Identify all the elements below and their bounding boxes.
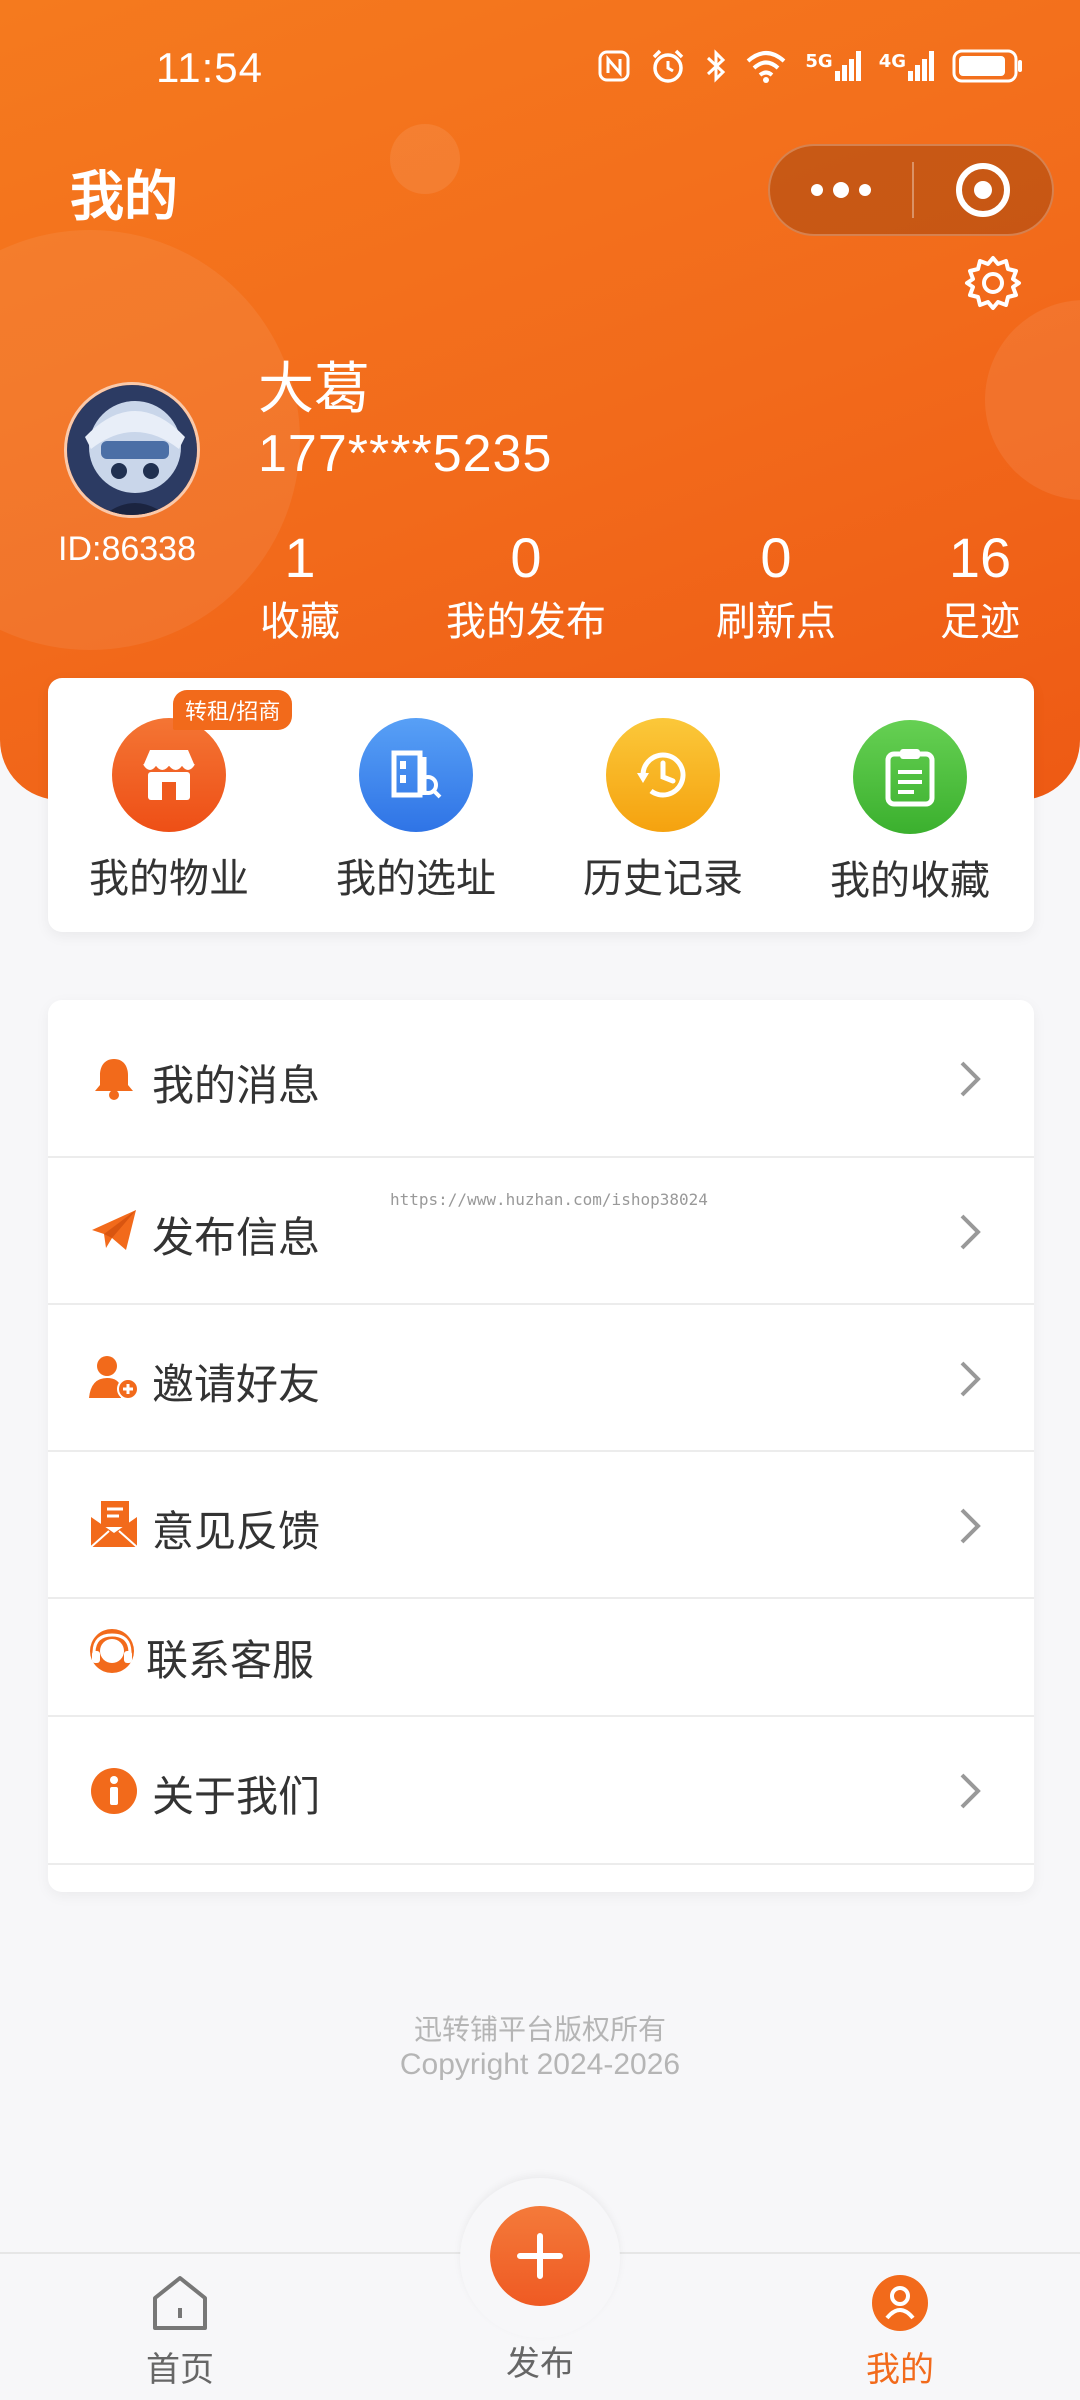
stat-favorites[interactable]: 1 收藏 xyxy=(250,526,350,650)
copyright-years: Copyright 2024-2026 xyxy=(399,2048,681,2081)
user-name: 大葛 xyxy=(258,357,370,422)
settings-button[interactable] xyxy=(962,252,1024,314)
chevron-right-icon xyxy=(960,1214,981,1250)
feedback-envelope-icon xyxy=(88,1498,140,1550)
info-icon xyxy=(88,1765,140,1817)
user-id: ID:86338 xyxy=(58,530,196,568)
close-miniprogram-button[interactable] xyxy=(914,146,1052,234)
copyright-owner: 迅转铺平台版权所有 xyxy=(413,2013,666,2046)
clipboard-icon xyxy=(853,720,967,834)
miniprogram-capsule xyxy=(768,144,1054,236)
headset-icon xyxy=(86,1625,138,1677)
menu-row-customer-service[interactable]: 联系客服 xyxy=(48,1599,1034,1717)
quick-label: 我的收藏 xyxy=(830,858,990,904)
status-bar: 11:54 5G 4G xyxy=(0,0,1080,140)
publish-label: 发布 xyxy=(506,2344,574,2384)
signal-5g-label: 5G xyxy=(805,51,833,72)
address-search-icon xyxy=(359,718,473,832)
add-user-icon xyxy=(88,1351,140,1403)
nfc-icon xyxy=(598,50,630,82)
bluetooth-icon xyxy=(707,49,726,83)
quick-my-property[interactable]: 我的物业 xyxy=(69,718,269,904)
menu-row-feedback[interactable]: 意见反馈 xyxy=(48,1452,1034,1599)
menu-row-publish[interactable]: 发布信息 xyxy=(48,1158,1034,1305)
stat-footprints[interactable]: 16 足迹 xyxy=(930,526,1030,650)
paper-plane-icon xyxy=(88,1204,140,1256)
store-icon xyxy=(112,718,226,832)
stat-value: 0 xyxy=(510,526,542,589)
stat-refresh-points[interactable]: 0 刷新点 xyxy=(704,526,848,650)
more-options-button[interactable] xyxy=(770,146,912,234)
quick-label: 历史记录 xyxy=(583,856,743,902)
avatar[interactable] xyxy=(64,382,200,518)
tab-home[interactable]: 首页 xyxy=(80,2274,280,2391)
quick-my-favorites[interactable]: 我的收藏 xyxy=(810,720,1010,906)
alarm-icon xyxy=(653,49,684,83)
menu-list-card: 我的消息 发布信息 邀请好友 意见反馈 联系客服 关于我们 xyxy=(48,1000,1034,1892)
stat-label: 刷新点 xyxy=(716,599,836,645)
chevron-right-icon xyxy=(960,1061,981,1097)
tab-label: 首页 xyxy=(146,2350,214,2390)
stat-label: 足迹 xyxy=(940,599,1020,645)
tab-label: 我的 xyxy=(866,2350,934,2390)
signal-4g-icon: 4G xyxy=(879,51,934,81)
stat-my-posts[interactable]: 0 我的发布 xyxy=(436,526,616,650)
user-icon xyxy=(872,2275,928,2331)
user-phone: 177****5235 xyxy=(258,425,553,483)
wifi-icon xyxy=(747,51,786,83)
menu-row-about[interactable]: 关于我们 xyxy=(48,1717,1034,1865)
battery-icon xyxy=(952,49,1022,83)
menu-label: 意见反馈 xyxy=(152,1507,321,1556)
status-time: 11:54 xyxy=(156,44,263,91)
menu-label: 联系客服 xyxy=(146,1636,315,1685)
gear-icon xyxy=(965,256,1021,310)
lease-badge: 转租/招商 xyxy=(173,690,293,730)
chevron-right-icon xyxy=(960,1508,981,1544)
quick-my-site-selection[interactable]: 我的选址 xyxy=(316,718,516,904)
menu-row-invite[interactable]: 邀请好友 xyxy=(48,1305,1034,1452)
plus-icon xyxy=(517,2233,563,2279)
page-title: 我的 xyxy=(70,165,178,228)
signal-5g-icon: 5G xyxy=(805,51,861,81)
menu-label: 邀请好友 xyxy=(152,1360,321,1409)
quick-label: 我的选址 xyxy=(336,856,496,902)
history-icon xyxy=(606,718,720,832)
chevron-right-icon xyxy=(960,1773,981,1809)
menu-row-messages[interactable]: 我的消息 xyxy=(48,1000,1034,1158)
bell-icon xyxy=(88,1052,140,1104)
status-icons: 5G 4G xyxy=(597,48,1024,84)
target-close-icon xyxy=(956,163,1010,217)
menu-label: 发布信息 xyxy=(152,1213,321,1262)
stat-value: 1 xyxy=(284,526,316,589)
stat-label: 收藏 xyxy=(260,599,340,645)
stat-label: 我的发布 xyxy=(446,599,606,645)
tab-mine[interactable]: 我的 xyxy=(800,2274,1000,2391)
home-icon xyxy=(153,2276,207,2330)
signal-4g-label: 4G xyxy=(878,51,906,72)
menu-label: 我的消息 xyxy=(152,1061,321,1110)
chevron-right-icon xyxy=(960,1361,981,1397)
stat-value: 0 xyxy=(760,526,792,589)
stat-value: 16 xyxy=(948,526,1012,589)
watermark-text: https://www.huzhan.com/ishop38024 xyxy=(390,1190,708,1209)
quick-history[interactable]: 历史记录 xyxy=(563,718,763,904)
quick-actions-card: 我的物业 转租/招商 我的选址 历史记录 我的收藏 xyxy=(48,678,1034,932)
quick-label: 我的物业 xyxy=(89,856,249,902)
publish-button[interactable] xyxy=(490,2206,590,2306)
menu-label: 关于我们 xyxy=(152,1772,321,1821)
